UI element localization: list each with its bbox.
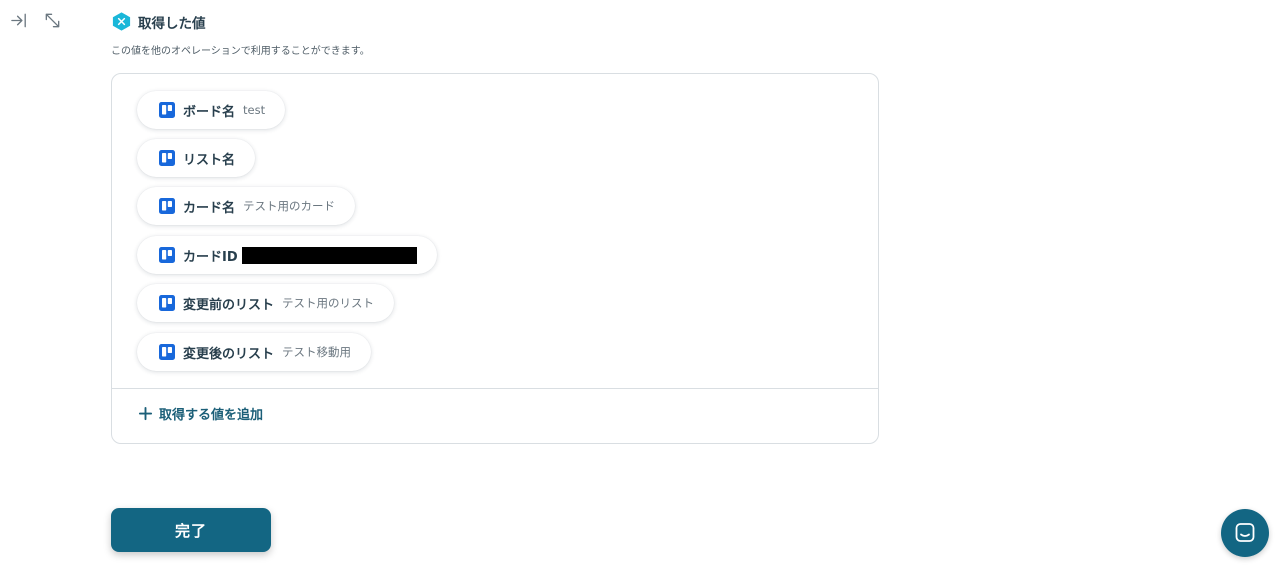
done-button[interactable]: 完了 [111, 508, 271, 552]
value-chip-label: ボード名 [183, 104, 236, 120]
value-chip-label: リスト名 [183, 152, 236, 168]
value-chip-label: 変更前のリスト [183, 297, 275, 313]
value-chip-list-after[interactable]: 変更後のリスト テスト移動用 [137, 333, 372, 371]
value-chip-value: test [243, 103, 266, 117]
value-chip-list-before[interactable]: 変更前のリスト テスト用のリスト [137, 284, 395, 322]
redacted-value [241, 246, 417, 264]
trello-icon [159, 295, 175, 311]
trello-icon [159, 102, 175, 118]
chat-support-button[interactable] [1221, 509, 1269, 557]
section-title: 取得した値 [138, 15, 206, 32]
trello-icon [159, 344, 175, 360]
add-value-label: 取得する値を追加 [159, 408, 264, 423]
section-description: この値を他のオペレーションで利用することができます。 [111, 46, 370, 57]
value-chip-label: カードID [183, 249, 238, 265]
value-chip-value: テスト用のリスト [282, 296, 375, 310]
add-value-button[interactable]: 取得する値を追加 [138, 404, 263, 423]
collapse-panel-icon[interactable] [10, 11, 29, 30]
section-header: 取得した値 [111, 11, 206, 32]
value-chip-value: テスト用のカード [243, 199, 336, 213]
value-chip-value: テスト移動用 [282, 345, 352, 359]
value-chip-label: 変更後のリスト [183, 346, 275, 362]
variable-badge-icon [112, 12, 131, 31]
top-toolbar [10, 11, 62, 30]
trello-icon [159, 150, 175, 166]
value-chip-list-name[interactable]: リスト名 [137, 139, 256, 177]
panel-divider [112, 388, 878, 389]
expand-icon[interactable] [43, 11, 62, 30]
value-chip-card-id[interactable]: カードID [137, 236, 437, 274]
value-chip-label: カード名 [183, 200, 236, 216]
trello-icon [159, 247, 175, 263]
value-chip-board-name[interactable]: ボード名 test [137, 91, 286, 129]
value-chip-card-name[interactable]: カード名 テスト用のカード [137, 187, 356, 225]
chat-icon [1235, 523, 1255, 542]
trello-icon [159, 198, 175, 214]
plus-icon [138, 406, 153, 421]
retrieved-values-panel: ボード名 test リスト名 カード名 テスト用のカード カードID 変更前のリ… [111, 73, 879, 444]
